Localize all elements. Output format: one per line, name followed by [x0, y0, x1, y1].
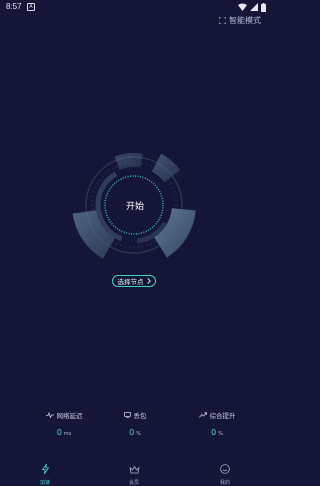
nav-label-accelerate: 加速: [25, 479, 65, 486]
gauge-tick: [116, 165, 117, 167]
gauge-tick: [147, 244, 148, 246]
trend-up-icon: [199, 412, 207, 418]
nav-item-mine[interactable]: 我的: [205, 459, 245, 486]
smiley-icon: [220, 464, 230, 474]
stat-packet-loss-label: 丢包: [134, 410, 147, 420]
smart-mode-label: 智能模式: [229, 15, 261, 26]
signal-icon: [250, 3, 258, 11]
gauge-tick: [174, 196, 176, 197]
bolt-icon: [41, 464, 50, 474]
monitor-icon: [124, 412, 131, 418]
gauge-tick: [151, 165, 152, 167]
gauge-tick: [108, 170, 109, 172]
nav-label-member: 会员: [114, 479, 154, 486]
gauge-tick: [170, 183, 172, 184]
bottom-nav: 加速 会员 我的: [0, 455, 270, 479]
gauge-tick: [112, 167, 113, 169]
gauge-tick: [105, 173, 107, 175]
gauge-tick: [155, 241, 156, 243]
nav-item-member[interactable]: 会员: [114, 459, 154, 486]
nav-label-mine: 我的: [205, 479, 245, 486]
status-bar: 8:57 A: [0, 0, 270, 14]
gauge-tick: [143, 162, 144, 164]
gauge-tick: [151, 242, 152, 244]
gauge-tick: [173, 192, 175, 193]
notification-icon: A: [27, 3, 35, 11]
start-button[interactable]: 开始: [110, 199, 160, 212]
pulse-icon: [46, 412, 54, 418]
gauge-tick: [91, 196, 93, 197]
stat-improvement-label: 综合提升: [210, 410, 236, 420]
gauge-segment: [152, 154, 180, 182]
stat-improvement-value: 0: [211, 428, 216, 437]
stat-latency-unit: ms: [64, 431, 71, 437]
smart-mode-button[interactable]: 智能模式: [219, 15, 261, 26]
status-time: 8:57: [6, 2, 22, 11]
expand-icon: [219, 17, 226, 24]
stat-latency-label: 网络延迟: [57, 410, 83, 420]
stat-improvement-unit: %: [218, 431, 223, 437]
wifi-icon: [238, 3, 247, 11]
gauge-tick: [125, 245, 126, 247]
crown-icon: [129, 465, 140, 474]
nav-item-accelerate[interactable]: 加速: [25, 459, 65, 486]
chevron-right-icon: [147, 278, 151, 284]
gauge-tick: [147, 164, 148, 166]
select-node-button[interactable]: 选择节点: [112, 275, 156, 287]
gauge-tick: [96, 183, 98, 184]
gauge-tick: [171, 187, 173, 188]
stat-packet-loss-value: 0: [129, 428, 134, 437]
gauge-tick: [102, 176, 104, 178]
stat-packet-loss-unit: %: [136, 431, 141, 437]
gauge-segment: [115, 153, 144, 170]
gauge-tick: [143, 245, 144, 247]
gauge-tick: [121, 244, 122, 246]
select-node-label: 选择节点: [118, 276, 144, 286]
gauge-tick: [116, 242, 117, 244]
battery-icon: [261, 3, 266, 12]
stat-improvement: 综合提升 0%: [172, 410, 262, 437]
gauge-tick: [94, 187, 96, 188]
gauge-tick: [93, 192, 95, 193]
status-icons: [238, 2, 266, 12]
gauge-tick: [99, 179, 101, 180]
stat-latency-value: 0: [57, 428, 62, 437]
stat-packet-loss: 丢包 0%: [90, 410, 180, 437]
